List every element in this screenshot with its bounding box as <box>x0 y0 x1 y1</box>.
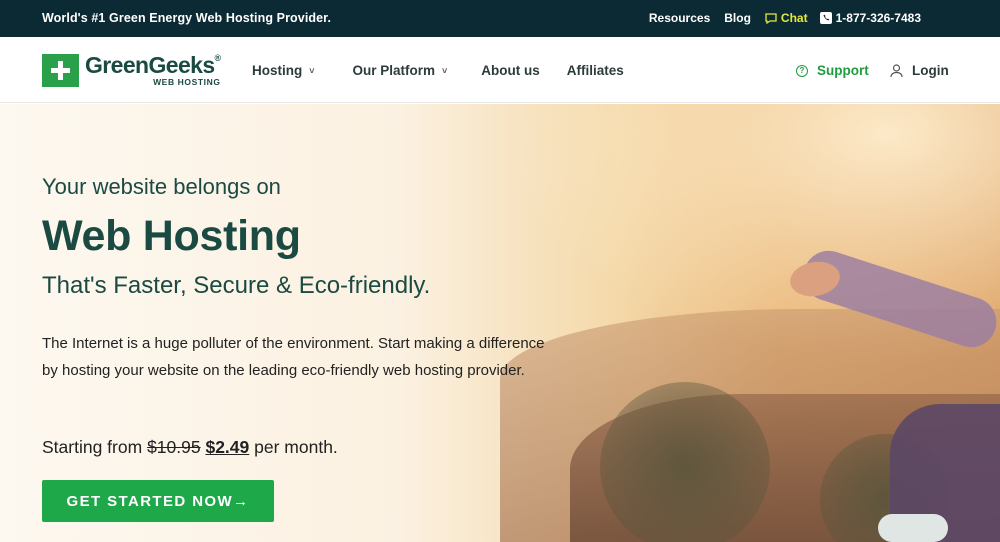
login-link[interactable]: Login <box>890 63 949 78</box>
help-circle-icon: ? <box>796 64 808 77</box>
logo[interactable]: GreenGeeks® WEB HOSTING <box>42 54 221 87</box>
main-nav: GreenGeeks® WEB HOSTING Hosting ˅ Our Pla… <box>0 37 1000 103</box>
nav-item-about-us[interactable]: About us <box>481 63 540 78</box>
hero-background-tree <box>600 382 770 542</box>
phone-link[interactable]: 1-877-326-7483 <box>819 11 921 25</box>
chevron-down-icon: ˅ <box>442 65 448 76</box>
logo-subtitle: WEB HOSTING <box>153 77 221 87</box>
chat-link[interactable]: Chat <box>765 11 808 25</box>
hero-section: Your website belongs on Web Hosting That… <box>0 104 1000 542</box>
resources-link[interactable]: Resources <box>649 11 710 25</box>
tagline: World's #1 Green Energy Web Hosting Prov… <box>42 11 332 25</box>
user-icon <box>890 63 903 77</box>
price-old: $10.95 <box>147 437 201 457</box>
price-prefix: Starting from <box>42 437 143 457</box>
hero-kicker: Your website belongs on <box>42 174 281 199</box>
logo-wordmark: GreenGeeks® WEB HOSTING <box>85 54 221 87</box>
hero-person-shoe <box>878 514 948 542</box>
chat-label: Chat <box>780 11 808 25</box>
hero-description: The Internet is a huge polluter of the e… <box>42 335 545 379</box>
nav-item-hosting[interactable]: Hosting ˅ <box>252 63 315 78</box>
chat-icon <box>765 12 777 24</box>
hero-subtitle: That's Faster, Secure & Eco-friendly. <box>42 272 431 299</box>
logo-plus-icon <box>42 54 79 87</box>
nav-menu: Hosting ˅ Our Platform ˅ About us Affiliat… <box>252 63 624 78</box>
phone-number: 1-877-326-7483 <box>835 11 921 25</box>
price-new: $2.49 <box>205 437 250 457</box>
phone-icon <box>819 12 832 24</box>
get-started-button[interactable]: GET STARTED NOW→ <box>42 480 274 522</box>
hero-price: Starting from $10.95 $2.49 per month. <box>42 437 338 458</box>
logo-name: GreenGeeks® <box>85 52 221 78</box>
price-suffix: per month. <box>254 437 338 457</box>
chevron-down-icon: ˅ <box>309 65 315 76</box>
top-links: Resources Blog Chat 1-877-326-7483 <box>649 11 921 25</box>
support-link[interactable]: ? Support <box>796 63 869 78</box>
nav-item-affiliates[interactable]: Affiliates <box>567 63 624 78</box>
top-bar: World's #1 Green Energy Web Hosting Prov… <box>0 0 1000 37</box>
hero-title: Web Hosting <box>42 212 301 260</box>
nav-item-our-platform[interactable]: Our Platform ˅ <box>353 63 448 78</box>
blog-link[interactable]: Blog <box>724 11 751 25</box>
